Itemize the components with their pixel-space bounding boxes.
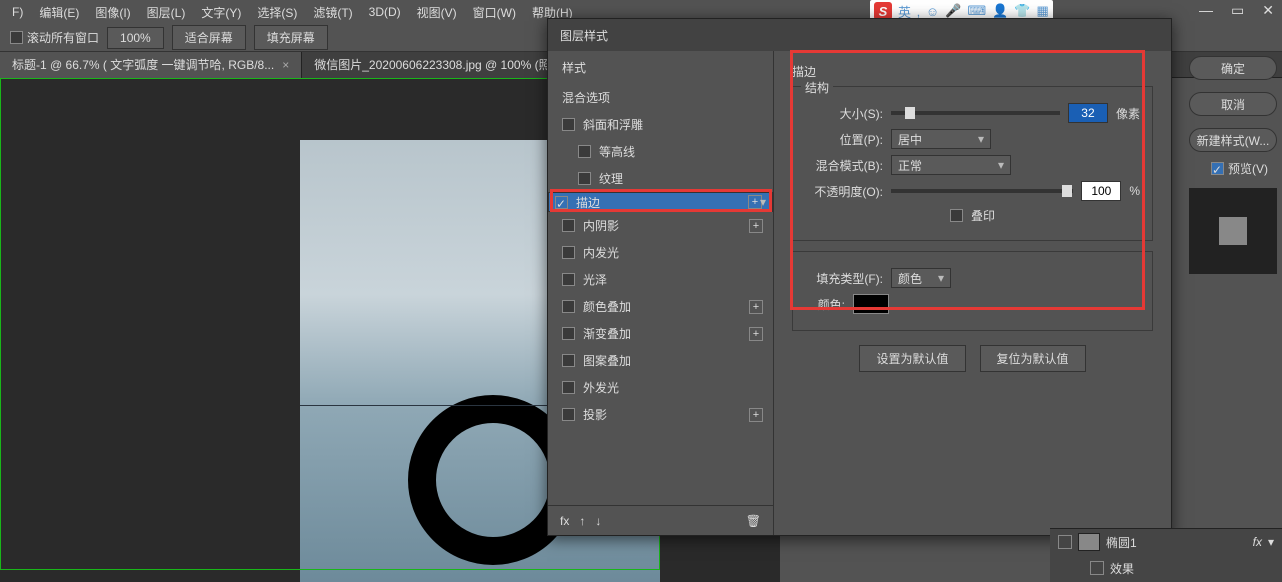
menu-text[interactable]: 文字(Y) [193, 4, 249, 21]
add-icon[interactable]: + [749, 327, 763, 341]
overprint-label: 叠印 [971, 207, 995, 224]
panel-heading: 描边 [792, 63, 1153, 80]
size-label: 大小(S): [805, 105, 883, 122]
ok-button[interactable]: 确定 [1189, 56, 1277, 80]
style-drop-shadow[interactable]: 投影+ [548, 401, 773, 428]
style-stroke[interactable]: ✓描边+ [548, 192, 773, 212]
fx-icon[interactable]: fx [560, 514, 569, 528]
menu-filter[interactable]: 滤镜(T) [305, 4, 360, 21]
style-color-overlay[interactable]: 颜色叠加+ [548, 293, 773, 320]
style-contour[interactable]: 等高线 [548, 138, 773, 165]
position-select[interactable]: 居中 [891, 129, 991, 149]
add-icon[interactable]: + [749, 219, 763, 233]
fx-badge[interactable]: fx [1253, 535, 1262, 549]
fill-screen-button[interactable]: 填充屏幕 [254, 25, 328, 50]
color-label: 颜色: [805, 296, 845, 313]
ime-smile-icon[interactable]: ☺ [926, 4, 939, 19]
maximize-icon[interactable]: ▭ [1231, 2, 1244, 19]
ime-icon[interactable]: ‚ [917, 4, 920, 19]
add-icon[interactable]: + [749, 300, 763, 314]
styles-header: 样式 [548, 51, 773, 84]
ime-shirt-icon[interactable]: 👕 [1014, 3, 1030, 19]
tab-close-icon[interactable]: × [282, 58, 289, 72]
menu-view[interactable]: 视图(V) [409, 4, 465, 21]
layer-style-dialog: 图层样式 样式 混合选项 斜面和浮雕 等高线 纹理 ✓描边+ 内阴影+ 内发光 … [547, 18, 1172, 536]
visibility-icon[interactable] [1090, 561, 1104, 575]
style-satin[interactable]: 光泽 [548, 266, 773, 293]
new-style-button[interactable]: 新建样式(W... [1189, 128, 1277, 152]
preview-thumbnail [1189, 188, 1277, 274]
tab-document-2[interactable]: 微信图片_20200606223308.jpg @ 100% (照... [302, 52, 573, 78]
layers-panel: 椭圆1 fx ▾ 效果 [1050, 528, 1282, 582]
structure-legend: 结构 [801, 79, 833, 96]
add-icon[interactable]: + [749, 408, 763, 422]
scroll-all-windows[interactable]: 滚动所有窗口 [10, 29, 99, 46]
cancel-button[interactable]: 取消 [1189, 92, 1277, 116]
set-default-button[interactable]: 设置为默认值 [859, 345, 965, 372]
opacity-input[interactable]: 100 [1081, 181, 1121, 201]
arrow-down-icon[interactable]: ↓ [595, 514, 601, 528]
style-bevel[interactable]: 斜面和浮雕 [548, 111, 773, 138]
visibility-icon[interactable] [1058, 535, 1072, 549]
menu-3d[interactable]: 3D(D) [361, 5, 409, 19]
style-pattern-overlay[interactable]: 图案叠加 [548, 347, 773, 374]
style-outer-glow[interactable]: 外发光 [548, 374, 773, 401]
opacity-slider[interactable] [891, 189, 1073, 193]
style-inner-shadow[interactable]: 内阴影+ [548, 212, 773, 239]
size-unit: 像素 [1116, 105, 1140, 122]
fill-group: 填充类型(F): 颜色 颜色: [792, 251, 1153, 331]
arrow-up-icon[interactable]: ↑ [579, 514, 585, 528]
minimize-icon[interactable]: — [1199, 2, 1213, 19]
ime-grid-icon[interactable]: ▦ [1037, 3, 1049, 19]
blending-options[interactable]: 混合选项 [548, 84, 773, 111]
window-controls: — ▭ ✕ [1199, 2, 1274, 19]
style-gradient-overlay[interactable]: 渐变叠加+ [548, 320, 773, 347]
chevron-down-icon[interactable]: ▾ [1268, 535, 1274, 549]
opacity-unit: % [1129, 184, 1140, 198]
trash-icon[interactable]: 🗑 [746, 514, 761, 528]
style-inner-glow[interactable]: 内发光 [548, 239, 773, 266]
zoom-level[interactable]: 100% [107, 27, 164, 49]
menu-edit[interactable]: 编辑(E) [31, 4, 87, 21]
position-label: 位置(P): [805, 131, 883, 148]
menu-window[interactable]: 窗口(W) [465, 4, 524, 21]
dialog-title: 图层样式 [548, 19, 1171, 51]
add-icon[interactable]: + [748, 195, 762, 209]
color-swatch[interactable] [853, 294, 889, 314]
close-icon[interactable]: ✕ [1262, 2, 1274, 19]
tab-document-1[interactable]: 标题-1 @ 66.7% ( 文字弧度 一键调节哈, RGB/8...× [0, 52, 302, 78]
opacity-label: 不透明度(O): [805, 183, 883, 200]
fit-screen-button[interactable]: 适合屏幕 [172, 25, 246, 50]
menu-layer[interactable]: 图层(L) [139, 4, 194, 21]
ime-person-icon[interactable]: 👤 [992, 3, 1008, 19]
reset-default-button[interactable]: 复位为默认值 [980, 345, 1086, 372]
layer-name[interactable]: 椭圆1 [1106, 534, 1137, 551]
styles-list: 样式 混合选项 斜面和浮雕 等高线 纹理 ✓描边+ 内阴影+ 内发光 光泽 颜色… [548, 51, 774, 535]
blend-label: 混合模式(B): [805, 157, 883, 174]
stroke-settings: 描边 结构 大小(S): 32 像素 位置(P): 居中 混合模式(B): 正常 不透明… [774, 51, 1171, 535]
layer-thumbnail[interactable] [1078, 533, 1100, 551]
structure-group: 结构 大小(S):32像素 位置(P):居中 混合模式(B):正常 不透明度(O… [792, 86, 1153, 241]
menu-image[interactable]: 图像(I) [87, 4, 138, 21]
blend-mode-select[interactable]: 正常 [891, 155, 1011, 175]
effects-row[interactable]: 效果 [1050, 555, 1282, 581]
ime-kbd-icon[interactable]: ⌨ [967, 3, 986, 19]
size-input[interactable]: 32 [1068, 103, 1108, 123]
layer-row[interactable]: 椭圆1 fx ▾ [1050, 529, 1282, 555]
ime-mic-icon[interactable]: 🎤 [945, 3, 961, 19]
fill-type-select[interactable]: 颜色 [891, 268, 951, 288]
menu-select[interactable]: 选择(S) [249, 4, 305, 21]
fill-type-label: 填充类型(F): [805, 270, 883, 287]
effects-label: 效果 [1110, 560, 1134, 577]
overprint-checkbox[interactable] [950, 209, 963, 222]
menu-file[interactable]: F) [4, 5, 31, 19]
preview-toggle[interactable]: ✓预览(V) [1211, 160, 1268, 177]
style-texture[interactable]: 纹理 [548, 165, 773, 192]
size-slider[interactable] [891, 111, 1060, 115]
